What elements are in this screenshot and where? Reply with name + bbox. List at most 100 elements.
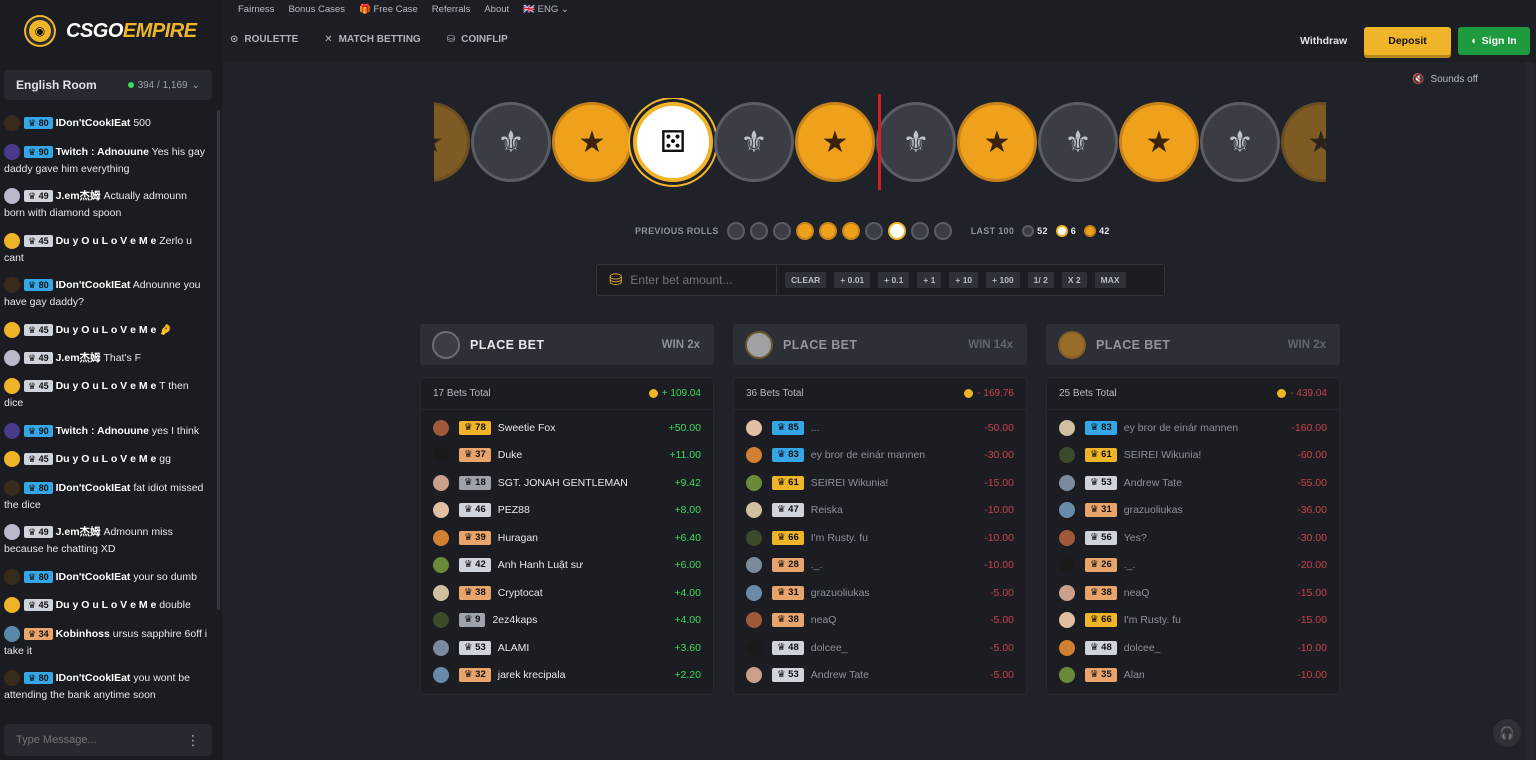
place-bet-button[interactable]: PLACE BET WIN 2x — [1046, 324, 1340, 365]
avatar[interactable] — [4, 451, 20, 468]
avatar[interactable] — [4, 480, 20, 497]
chat-message: ♛ 90 Twitch : Adnouune yes I think — [4, 423, 210, 440]
quick-bet-button[interactable]: X 2 — [1061, 272, 1087, 288]
chat-scrollbar[interactable] — [217, 110, 220, 610]
chat-username[interactable]: IDon'tCookIEat — [56, 117, 131, 129]
chat-username[interactable]: Du y O u L o V e M e — [56, 235, 157, 247]
avatar[interactable] — [1059, 447, 1075, 464]
quick-bet-button[interactable]: CLEAR — [785, 272, 827, 288]
avatar[interactable] — [746, 419, 762, 436]
chat-options-icon[interactable]: ⋮ — [186, 732, 200, 749]
avatar[interactable] — [1059, 474, 1075, 491]
quick-bet-button[interactable]: MAX — [1094, 272, 1126, 288]
nav-match-betting[interactable]: ✕ MATCH BETTING — [324, 34, 420, 45]
chat-username[interactable]: Du y O u L o V e M e — [56, 599, 157, 611]
avatar[interactable] — [1059, 529, 1075, 546]
chat-username[interactable]: Du y O u L o V e M e — [56, 453, 157, 465]
avatar[interactable] — [1059, 419, 1075, 436]
avatar[interactable] — [1059, 584, 1075, 601]
avatar[interactable] — [1059, 667, 1075, 684]
avatar[interactable] — [1059, 557, 1075, 574]
avatar[interactable] — [746, 639, 762, 656]
avatar[interactable] — [746, 502, 762, 519]
quick-bet-button[interactable]: + 0.1 — [878, 272, 910, 288]
avatar[interactable] — [433, 502, 449, 519]
chat-message-input[interactable] — [16, 734, 176, 746]
chat-username[interactable]: Twitch : Adnouune — [56, 146, 149, 158]
chat-username[interactable]: J.em杰姆 — [56, 190, 101, 202]
avatar[interactable] — [4, 626, 20, 643]
avatar[interactable] — [433, 447, 449, 464]
nav-coinflip[interactable]: ⛁ COINFLIP — [447, 34, 508, 45]
main-scrollbar[interactable] — [1525, 62, 1533, 760]
avatar[interactable] — [433, 612, 449, 629]
link-referrals[interactable]: Referrals — [432, 4, 471, 15]
link-fairness[interactable]: Fairness — [238, 4, 274, 15]
avatar[interactable] — [746, 529, 762, 546]
quick-bet-button[interactable]: + 10 — [949, 272, 979, 288]
avatar[interactable] — [4, 524, 20, 541]
avatar[interactable] — [4, 569, 20, 586]
avatar[interactable] — [4, 423, 20, 440]
avatar[interactable] — [746, 667, 762, 684]
avatar[interactable] — [433, 667, 449, 684]
chat-username[interactable]: J.em杰姆 — [56, 352, 101, 364]
avatar[interactable] — [433, 529, 449, 546]
avatar[interactable] — [1059, 502, 1075, 519]
avatar[interactable] — [746, 474, 762, 491]
bet-amount: +4.00 — [674, 586, 701, 599]
chat-username[interactable]: IDon'tCookIEat — [56, 482, 131, 494]
avatar[interactable] — [433, 419, 449, 436]
nav-roulette[interactable]: ⊙ ROULETTE — [230, 34, 298, 45]
signin-button[interactable]: ◐ Sign In — [1458, 27, 1530, 55]
avatar[interactable] — [4, 597, 20, 614]
sounds-toggle[interactable]: 🔇 Sounds off — [1412, 74, 1478, 85]
support-button[interactable]: 🎧 — [1493, 719, 1521, 747]
avatar[interactable] — [433, 474, 449, 491]
quick-bet-button[interactable]: + 100 — [986, 272, 1020, 288]
avatar[interactable] — [4, 233, 20, 250]
avatar[interactable] — [4, 378, 20, 395]
avatar[interactable] — [4, 144, 20, 161]
avatar[interactable] — [746, 584, 762, 601]
quick-bet-button[interactable]: + 0.01 — [834, 272, 871, 288]
chat-username[interactable]: IDon'tCookIEat — [56, 672, 131, 684]
chat-username[interactable]: IDon'tCookIEat — [56, 279, 131, 291]
quick-bet-button[interactable]: 1/ 2 — [1027, 272, 1054, 288]
chat-username[interactable]: Du y O u L o V e M e — [56, 324, 157, 336]
link-free-case[interactable]: 🎁 Free Case — [359, 4, 418, 15]
bet-amount: -10.00 — [984, 504, 1014, 517]
link-bonus-cases[interactable]: Bonus Cases — [288, 4, 345, 15]
avatar[interactable] — [746, 447, 762, 464]
place-bet-button[interactable]: PLACE BET WIN 14x — [733, 324, 1027, 365]
avatar[interactable] — [4, 350, 20, 367]
avatar[interactable] — [4, 277, 20, 294]
language-selector[interactable]: 🇬🇧 ENG ⌄ — [523, 4, 569, 15]
bet-amount-input[interactable] — [630, 273, 761, 287]
withdraw-link[interactable]: Withdraw — [1300, 35, 1347, 47]
avatar[interactable] — [1059, 639, 1075, 656]
avatar[interactable] — [433, 557, 449, 574]
place-bet-button[interactable]: PLACE BET WIN 2x — [420, 324, 714, 365]
avatar[interactable] — [746, 557, 762, 574]
avatar[interactable] — [4, 322, 20, 339]
online-dot-icon — [127, 82, 134, 88]
room-selector[interactable]: English Room 394 / 1,169 ⌄ — [4, 70, 212, 100]
deposit-button[interactable]: Deposit — [1364, 27, 1451, 55]
chat-username[interactable]: IDon'tCookIEat — [56, 571, 131, 583]
chat-username[interactable]: J.em杰姆 — [56, 526, 101, 538]
link-about[interactable]: About — [484, 4, 509, 15]
bet-row: ♛ 35 Alan -10.00 — [1047, 662, 1339, 690]
avatar[interactable] — [4, 115, 20, 132]
chat-username[interactable]: Twitch : Adnouune — [56, 425, 149, 437]
avatar[interactable] — [433, 584, 449, 601]
avatar[interactable] — [433, 639, 449, 656]
avatar[interactable] — [746, 612, 762, 629]
quick-bet-button[interactable]: + 1 — [917, 272, 942, 288]
chat-username[interactable]: Kobinhoss — [56, 628, 110, 640]
avatar[interactable] — [4, 670, 20, 687]
avatar[interactable] — [4, 188, 20, 205]
avatar[interactable] — [1059, 612, 1075, 629]
logo[interactable]: ◉ CSGOEMPIRE — [0, 0, 222, 62]
chat-username[interactable]: Du y O u L o V e M e — [56, 380, 157, 392]
